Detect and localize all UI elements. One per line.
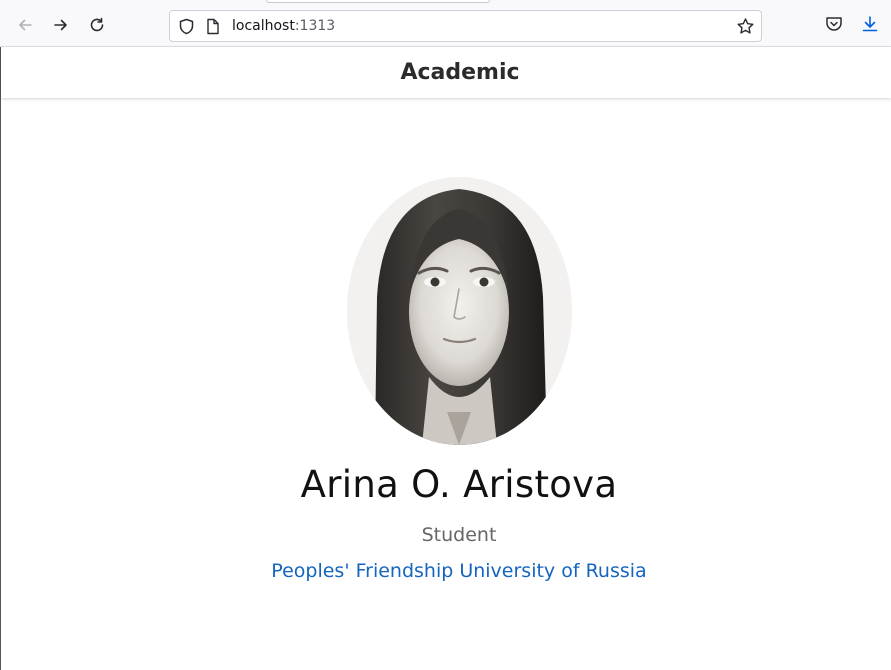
- url-host: localhost: [232, 18, 295, 34]
- reload-button[interactable]: [83, 11, 111, 39]
- shield-icon[interactable]: [178, 18, 195, 35]
- profile-section: Arina O. Aristova Student Peoples' Frien…: [0, 98, 891, 670]
- download-icon[interactable]: [860, 14, 880, 34]
- avatar: [347, 177, 572, 445]
- pocket-icon[interactable]: [824, 14, 844, 34]
- url-text[interactable]: localhost:1313: [232, 18, 335, 34]
- profile-role: Student: [421, 524, 497, 546]
- browser-toolbar: localhost:1313: [0, 0, 891, 47]
- url-bar[interactable]: localhost:1313: [169, 10, 762, 42]
- back-button[interactable]: [11, 11, 39, 39]
- reload-icon: [90, 17, 104, 32]
- active-tab-edge[interactable]: [266, 0, 490, 3]
- url-port: :1313: [294, 18, 336, 34]
- page-icon[interactable]: [206, 18, 220, 35]
- forward-icon: [54, 19, 67, 31]
- back-icon: [19, 19, 32, 31]
- site-brand-link[interactable]: Academic: [400, 60, 519, 85]
- forward-button[interactable]: [47, 11, 75, 39]
- profile-organization-link[interactable]: Peoples' Friendship University of Russia: [0, 560, 891, 582]
- site-navbar: Academic: [1, 47, 891, 98]
- avatar-portrait: [347, 177, 572, 445]
- profile-name: Arina O. Aristova: [300, 463, 618, 506]
- bookmark-star-icon[interactable]: [736, 17, 755, 36]
